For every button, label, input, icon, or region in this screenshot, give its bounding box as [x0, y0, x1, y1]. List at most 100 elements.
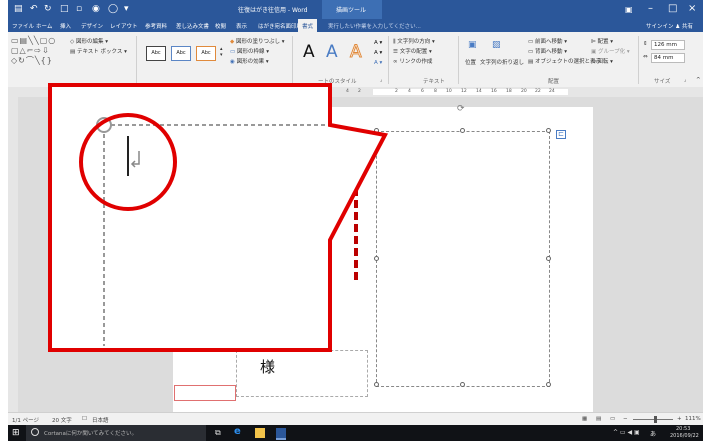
- resize-handle-top[interactable]: [460, 128, 465, 133]
- wordart-style-3[interactable]: A: [350, 42, 363, 63]
- resize-handle-top-right[interactable]: [546, 128, 551, 133]
- tab-postcard-print[interactable]: はがき宛名面印刷: [258, 22, 302, 30]
- resize-handle-top-left[interactable]: [374, 128, 379, 133]
- shape-style-2[interactable]: Abc: [171, 46, 191, 61]
- rotate-button[interactable]: ⟲ 回転 ▾: [591, 57, 613, 65]
- language-indicator[interactable]: 日本語: [92, 416, 109, 424]
- minimize-icon[interactable]: –: [648, 3, 653, 14]
- zoom-slider[interactable]: [633, 419, 673, 420]
- edit-shape-button[interactable]: ◇ 図形の編集 ▾: [70, 37, 108, 45]
- wordart-style-1[interactable]: A: [303, 42, 315, 62]
- cortana-search[interactable]: Cortanaに何か聞いてみてください。: [26, 425, 206, 441]
- shape-outline-label: 図形の枠線: [236, 49, 265, 55]
- vertical-ruler[interactable]: [8, 97, 18, 412]
- save-icon[interactable]: ▤: [14, 4, 23, 14]
- ribbon-divider: [638, 36, 639, 84]
- size-dialog-launcher-icon[interactable]: ⌟: [684, 77, 687, 83]
- tab-format[interactable]: 書式: [298, 19, 318, 32]
- ribbon-options-icon[interactable]: ▣: [625, 5, 633, 14]
- shapes-gallery[interactable]: ▭▤╲╲▢○ ▢△⌐⇨⇩ ◇↻⌒╲{}: [11, 36, 67, 66]
- selected-text-box[interactable]: [376, 131, 550, 387]
- horizontal-ruler[interactable]: 4 2 2 4 6 8 10 12 14 16 18 20 22 24: [8, 87, 703, 97]
- text-effects-icon[interactable]: A ▾: [374, 60, 382, 66]
- ime-indicator[interactable]: あ: [650, 429, 656, 438]
- shape-outline-button[interactable]: ▭ 図形の枠線 ▾: [230, 47, 269, 55]
- rotate-handle-icon[interactable]: ⟳: [457, 104, 465, 114]
- restore-icon[interactable]: □: [668, 3, 677, 14]
- shape-styles-more-icon[interactable]: ▴ ▾: [220, 46, 223, 58]
- file-explorer-icon[interactable]: [255, 428, 265, 438]
- shape-style-3[interactable]: Abc: [196, 46, 216, 61]
- tab-file[interactable]: ファイル: [12, 22, 34, 30]
- print-layout-icon[interactable]: ▤: [596, 416, 601, 422]
- width-input[interactable]: 84 mm: [651, 53, 685, 63]
- open-icon[interactable]: ▫: [76, 4, 82, 14]
- zoom-level[interactable]: 111%: [685, 416, 701, 422]
- text-direction-button[interactable]: ⫼ 文字列の方向 ▾: [393, 37, 435, 46]
- position-label[interactable]: 位置: [465, 58, 476, 66]
- redo-icon[interactable]: ↻: [44, 4, 52, 14]
- undo-icon[interactable]: ↶: [30, 4, 38, 14]
- align-button[interactable]: ⊫ 配置 ▾: [591, 37, 613, 45]
- tab-home[interactable]: ホーム: [36, 22, 52, 30]
- zoom-in-icon[interactable]: +: [677, 416, 682, 422]
- shape-fill-button[interactable]: ◆ 図形の塗りつぶし ▾: [230, 37, 285, 45]
- text-box-button[interactable]: ▤ テキスト ボックス ▾: [70, 47, 127, 55]
- ruler-mark: 6: [421, 89, 424, 94]
- print-preview-icon[interactable]: ◯: [108, 4, 118, 14]
- zoom-out-icon[interactable]: −: [623, 416, 628, 422]
- ruler-mark: 16: [491, 89, 497, 94]
- position-icon[interactable]: ▣: [468, 40, 477, 50]
- align-text-button[interactable]: ☰ 文字の配置 ▾: [393, 47, 432, 55]
- text-fill-icon[interactable]: A ▾: [374, 40, 382, 46]
- shape-style-1[interactable]: Abc: [146, 46, 166, 61]
- tab-mailings[interactable]: 差し込み文書: [176, 22, 209, 30]
- shape-effects-button[interactable]: ◉ 図形の効果 ▾: [230, 57, 269, 65]
- close-icon[interactable]: ×: [688, 3, 696, 14]
- resize-handle-bottom-right[interactable]: [546, 382, 551, 387]
- resize-handle-left[interactable]: [374, 256, 379, 261]
- edge-icon[interactable]: e: [234, 426, 244, 437]
- ribbon-divider: [292, 36, 293, 84]
- collapse-ribbon-icon[interactable]: ^: [696, 77, 701, 83]
- proofing-icon[interactable]: ☐: [82, 416, 87, 422]
- tab-insert[interactable]: 挿入: [60, 22, 71, 30]
- clock-time[interactable]: 20:53: [676, 426, 690, 432]
- group-button[interactable]: ▣ グループ化 ▾: [591, 47, 630, 55]
- web-layout-icon[interactable]: ▭: [610, 416, 615, 422]
- resize-handle-bottom[interactable]: [460, 382, 465, 387]
- tab-view[interactable]: 表示: [236, 22, 247, 30]
- create-link-button[interactable]: ∞ リンクの作成: [393, 57, 432, 65]
- new-doc-icon[interactable]: □: [60, 4, 69, 14]
- zoom-slider-thumb[interactable]: [654, 416, 657, 423]
- tray-icons[interactable]: ^ ▭ ◀ ▣: [613, 429, 640, 436]
- page-indicator[interactable]: 1/1 ページ: [12, 416, 39, 424]
- tell-me-input[interactable]: 実行したい作業を入力してください...: [328, 22, 421, 30]
- tab-layout[interactable]: レイアウト: [110, 22, 138, 30]
- layout-options-icon[interactable]: ⊏: [556, 130, 566, 139]
- wordart-style-2[interactable]: A: [326, 42, 338, 62]
- task-view-icon[interactable]: ⧉: [215, 428, 225, 438]
- height-input[interactable]: 126 mm: [651, 40, 685, 50]
- read-mode-icon[interactable]: ▦: [582, 416, 587, 422]
- dialog-launcher-icon[interactable]: ⌟: [380, 77, 383, 83]
- clock-date[interactable]: 2016/09/22: [670, 433, 699, 439]
- resize-handle-right[interactable]: [546, 256, 551, 261]
- signin-link[interactable]: サインイン ♟ 共有: [646, 22, 693, 30]
- postal-code-boxes[interactable]: [174, 385, 236, 401]
- bring-forward-button[interactable]: ▭ 前面へ移動 ▾: [528, 37, 567, 45]
- word-taskbar-icon[interactable]: [276, 428, 286, 440]
- name-frame[interactable]: [236, 350, 368, 397]
- customize-qat-icon[interactable]: ▾: [124, 4, 129, 14]
- resize-handle-bottom-left[interactable]: [374, 382, 379, 387]
- tab-references[interactable]: 参考資料: [145, 22, 167, 30]
- word-count[interactable]: 20 文字: [52, 416, 72, 424]
- tab-design[interactable]: デザイン: [81, 22, 103, 30]
- text-outline-icon[interactable]: A ▾: [374, 50, 382, 56]
- send-backward-button[interactable]: ▭ 背面へ移動 ▾: [528, 47, 567, 55]
- wrap-text-label[interactable]: 文字列の折り返し: [480, 58, 524, 66]
- wrap-text-icon[interactable]: ▨: [492, 40, 501, 50]
- touch-mode-icon[interactable]: ◉: [92, 4, 100, 14]
- tab-review[interactable]: 校閲: [215, 22, 226, 30]
- windows-start-icon[interactable]: ⊞: [12, 428, 20, 438]
